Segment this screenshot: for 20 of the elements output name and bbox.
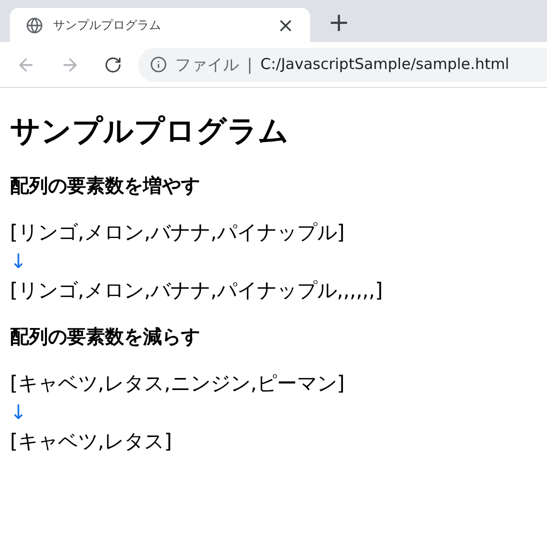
page-title: サンプルプログラム bbox=[10, 114, 290, 150]
address-bar[interactable]: ファイル | C:/JavascriptSample/sample.html bbox=[138, 48, 547, 82]
url-text: C:/JavascriptSample/sample.html bbox=[260, 54, 510, 76]
tab-title: サンプルプログラム bbox=[53, 17, 162, 34]
reload-icon[interactable] bbox=[104, 56, 122, 74]
info-icon bbox=[150, 56, 167, 73]
close-button[interactable]: × bbox=[277, 15, 294, 35]
scheme-label: ファイル bbox=[175, 54, 239, 76]
browser-tab[interactable]: サンプルプログラム × bbox=[10, 8, 310, 42]
down-arrow: ↓ bbox=[10, 248, 28, 275]
section-heading: 配列の要素数を増やす bbox=[10, 174, 201, 199]
array-text: [リンゴ,メロン,バナナ,パイナップル,,,,,,] bbox=[10, 277, 384, 304]
down-arrow: ↓ bbox=[10, 399, 28, 426]
array-text: [キャベツ,レタス] bbox=[10, 428, 173, 455]
section-heading: 配列の要素数を減らす bbox=[10, 325, 201, 350]
array-text: [キャベツ,レタス,ニンジン,ピーマン] bbox=[10, 370, 346, 397]
new-tab-button[interactable]: + bbox=[328, 10, 350, 36]
array-text: [リンゴ,メロン,バナナ,パイナップル] bbox=[10, 219, 346, 246]
separator: | bbox=[247, 54, 252, 76]
globe-icon bbox=[26, 16, 43, 34]
